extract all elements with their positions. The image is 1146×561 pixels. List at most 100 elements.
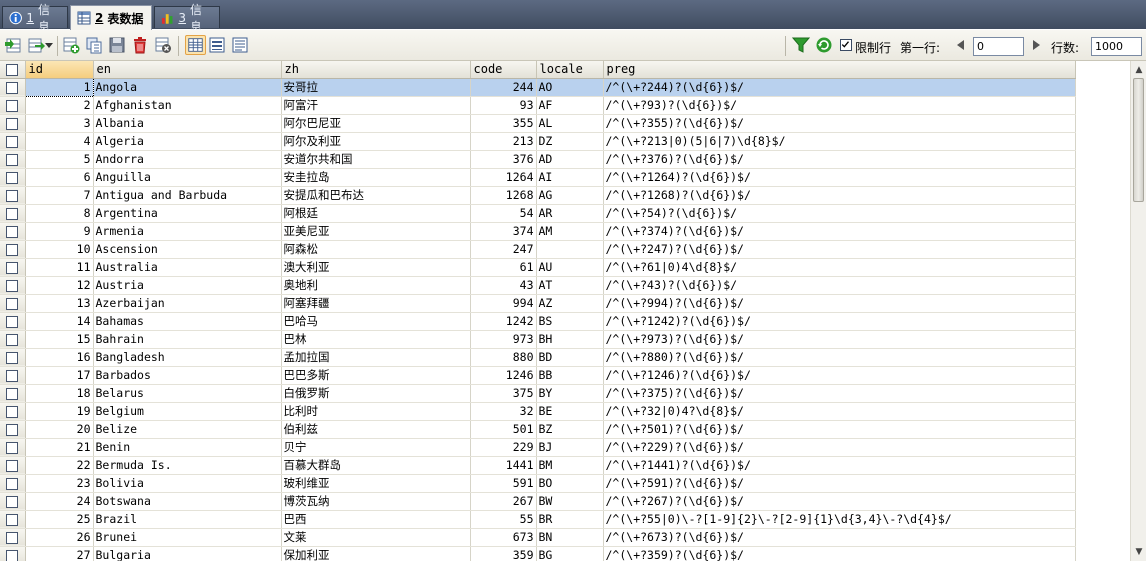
row-select-cell[interactable] (0, 402, 26, 421)
tab-table-data[interactable]: 2 表数据 (70, 5, 152, 30)
cell-zh[interactable]: 亚美尼亚 (281, 222, 471, 241)
cell-en[interactable]: Andorra (93, 150, 282, 169)
cell-en[interactable]: Ascension (93, 240, 282, 259)
row-select-cell[interactable] (0, 528, 26, 547)
row-select-cell[interactable] (0, 222, 26, 241)
row-checkbox[interactable] (6, 171, 19, 184)
cell-code[interactable]: 229 (470, 438, 537, 457)
row-checkbox[interactable] (6, 531, 19, 544)
cell-preg[interactable]: /^(\+?376)?(\d{6})$/ (603, 150, 1076, 169)
cell-zh[interactable]: 巴西 (281, 510, 471, 529)
row-checkbox[interactable] (6, 81, 19, 94)
table-row[interactable]: 13 Azerbaijan 阿塞拜疆 994 AZ/^(\+?994)?(\d{6})$… (0, 294, 1076, 313)
cell-locale[interactable]: AD (536, 150, 604, 169)
cell-id[interactable]: 11 (25, 258, 94, 277)
cell-en[interactable]: Bahrain (93, 330, 282, 349)
cell-locale[interactable]: BY (536, 384, 604, 403)
cancel-icon[interactable] (154, 36, 172, 54)
cell-en[interactable]: Bahamas (93, 312, 282, 331)
text-view-icon[interactable] (231, 36, 249, 54)
cell-code[interactable]: 374 (470, 222, 537, 241)
cell-zh[interactable]: 文莱 (281, 528, 471, 547)
cell-zh[interactable]: 阿森松 (281, 240, 471, 259)
row-checkbox[interactable] (6, 261, 19, 274)
cell-id[interactable]: 20 (25, 420, 94, 439)
cell-preg[interactable]: /^(\+?1441)?(\d{6})$/ (603, 456, 1076, 475)
prev-page-icon[interactable] (955, 39, 967, 51)
row-select-cell[interactable] (0, 312, 26, 331)
cell-en[interactable]: Botswana (93, 492, 282, 511)
row-select-cell[interactable] (0, 330, 26, 349)
row-checkbox[interactable] (6, 495, 19, 508)
cell-id[interactable]: 24 (25, 492, 94, 511)
row-select-cell[interactable] (0, 276, 26, 295)
tab-info-3[interactable]: 3 信息 (154, 3, 220, 34)
cell-locale[interactable]: AR (536, 204, 604, 223)
cell-en[interactable]: Anguilla (93, 168, 282, 187)
column-header-zh[interactable]: zh (281, 61, 471, 79)
cell-preg[interactable]: /^(\+?673)?(\d{6})$/ (603, 528, 1076, 547)
row-checkbox[interactable] (6, 405, 19, 418)
cell-zh[interactable]: 阿尔巴尼亚 (281, 114, 471, 133)
row-select-cell[interactable] (0, 456, 26, 475)
grid-view-icon[interactable] (185, 35, 206, 55)
cell-zh[interactable]: 安圭拉岛 (281, 168, 471, 187)
cell-code[interactable]: 1268 (470, 186, 537, 205)
row-select-cell[interactable] (0, 366, 26, 385)
cell-id[interactable]: 15 (25, 330, 94, 349)
cell-en[interactable]: Australia (93, 258, 282, 277)
table-row[interactable]: 25 Brazil 巴西 55 BR/^(\+?55|0)\-?[1-9]{2}\-?[… (0, 510, 1076, 529)
delete-icon[interactable] (131, 36, 149, 54)
cell-code[interactable]: 673 (470, 528, 537, 547)
column-header-locale[interactable]: locale (536, 61, 604, 79)
cell-id[interactable]: 8 (25, 204, 94, 223)
row-select-cell[interactable] (0, 150, 26, 169)
cell-zh[interactable]: 孟加拉国 (281, 348, 471, 367)
cell-preg[interactable]: /^(\+?43)?(\d{6})$/ (603, 276, 1076, 295)
cell-preg[interactable]: /^(\+?267)?(\d{6})$/ (603, 492, 1076, 511)
row-checkbox[interactable] (6, 369, 19, 382)
cell-en[interactable]: Albania (93, 114, 282, 133)
row-select-cell[interactable] (0, 492, 26, 511)
row-select-cell[interactable] (0, 78, 26, 97)
table-row[interactable]: 23 Bolivia 玻利维亚 591 BO/^(\+?591)?(\d{6})$/ (0, 474, 1076, 493)
column-header-en[interactable]: en (93, 61, 282, 79)
cell-preg[interactable]: /^(\+?55|0)\-?[1-9]{2}\-?[2-9]{1}\d{3,4}… (603, 510, 1076, 529)
cell-locale[interactable]: BZ (536, 420, 604, 439)
select-all-checkbox[interactable] (6, 63, 19, 76)
cell-code[interactable]: 1246 (470, 366, 537, 385)
row-select-cell[interactable] (0, 186, 26, 205)
row-checkbox[interactable] (6, 153, 19, 166)
column-header-id[interactable]: id (25, 61, 94, 79)
row-select-cell[interactable] (0, 384, 26, 403)
cell-locale[interactable]: BB (536, 366, 604, 385)
cell-locale[interactable]: AF (536, 96, 604, 115)
cell-locale[interactable]: AT (536, 276, 604, 295)
cell-preg[interactable]: /^(\+?973)?(\d{6})$/ (603, 330, 1076, 349)
row-checkbox[interactable] (6, 441, 19, 454)
cell-zh[interactable]: 百慕大群岛 (281, 456, 471, 475)
cell-code[interactable]: 501 (470, 420, 537, 439)
cell-code[interactable]: 61 (470, 258, 537, 277)
cell-id[interactable]: 18 (25, 384, 94, 403)
cell-zh[interactable]: 巴巴多斯 (281, 366, 471, 385)
cell-preg[interactable]: /^(\+?501)?(\d{6})$/ (603, 420, 1076, 439)
cell-locale[interactable]: BO (536, 474, 604, 493)
row-checkbox[interactable] (6, 351, 19, 364)
cell-id[interactable]: 3 (25, 114, 94, 133)
cell-en[interactable]: Argentina (93, 204, 282, 223)
table-row[interactable]: 7 Antigua and Barbuda 安提瓜和巴布达 1268 AG/^(\+?1… (0, 186, 1076, 205)
cell-id[interactable]: 9 (25, 222, 94, 241)
row-select-cell[interactable] (0, 510, 26, 529)
cell-en[interactable]: Algeria (93, 132, 282, 151)
cell-preg[interactable]: /^(\+?247)?(\d{6})$/ (603, 240, 1076, 259)
cell-code[interactable]: 55 (470, 510, 537, 529)
row-checkbox[interactable] (6, 207, 19, 220)
cell-preg[interactable]: /^(\+?32|0)4?\d{8}$/ (603, 402, 1076, 421)
cell-code[interactable]: 376 (470, 150, 537, 169)
cell-id[interactable]: 2 (25, 96, 94, 115)
cell-code[interactable]: 994 (470, 294, 537, 313)
cell-locale[interactable]: AU (536, 258, 604, 277)
cell-preg[interactable]: /^(\+?93)?(\d{6})$/ (603, 96, 1076, 115)
cell-locale[interactable]: BJ (536, 438, 604, 457)
